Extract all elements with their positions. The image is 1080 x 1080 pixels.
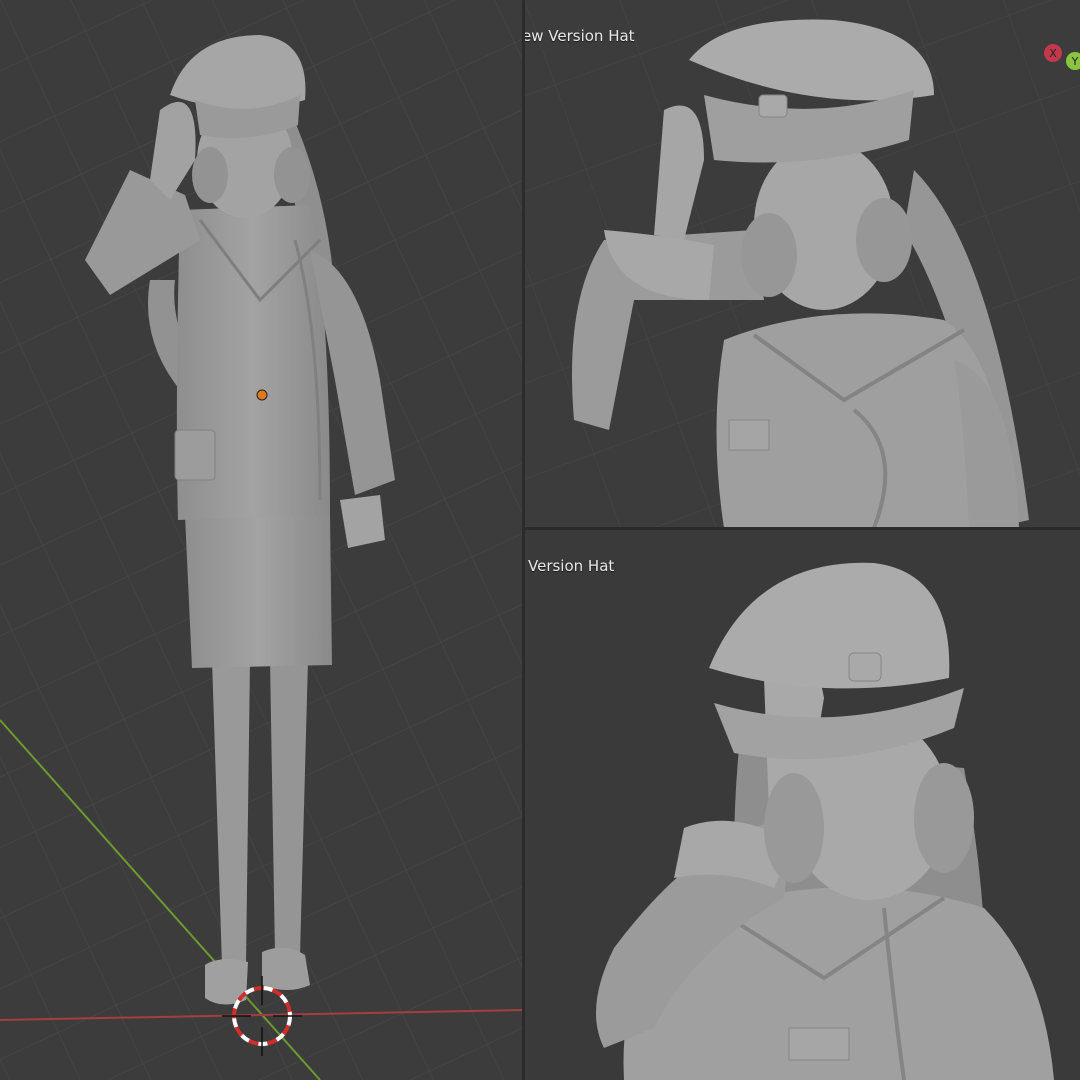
viewport-upper-body[interactable]: ew Version Hat X Y — [524, 0, 1080, 528]
viewport-label: ew Version Hat — [524, 27, 635, 45]
render-collage: ew Version Hat X Y Version Hat — [0, 0, 1080, 1080]
gizmo-x-axis[interactable]: X — [1044, 44, 1062, 62]
viewport-full-body-canvas — [0, 0, 524, 1080]
origin-point — [256, 389, 268, 401]
viewport-divider-horizontal — [524, 527, 1080, 530]
viewport-head-closeup[interactable]: Version Hat — [524, 528, 1080, 1080]
viewport-divider-vertical — [522, 0, 525, 1080]
viewport-upper-body-canvas — [524, 0, 1080, 528]
viewport-head-closeup-canvas — [524, 528, 1080, 1080]
viewport-label: Version Hat — [528, 557, 615, 575]
viewport-full-body[interactable] — [0, 0, 524, 1080]
gizmo-y-axis[interactable]: Y — [1066, 52, 1080, 70]
